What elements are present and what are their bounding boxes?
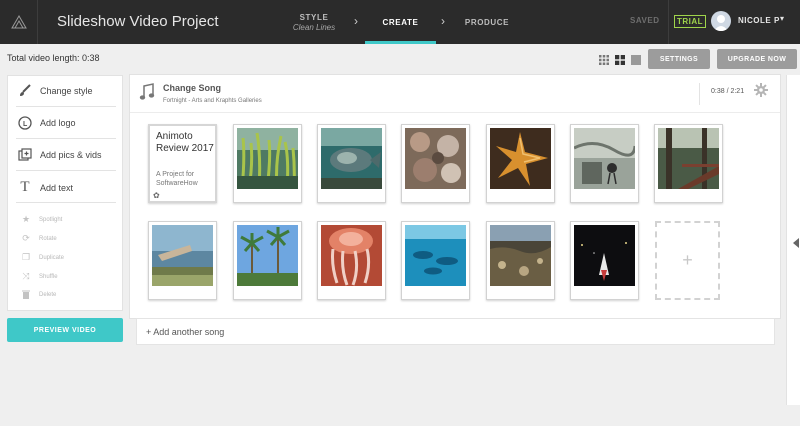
expand-panel-arrow-icon[interactable] [793, 238, 799, 248]
medium-grid-icon[interactable] [615, 52, 625, 65]
fish-tank-photo [321, 128, 382, 189]
media-tile[interactable] [233, 124, 302, 203]
delete-tool[interactable]: Delete [20, 290, 56, 299]
project-title[interactable]: Slideshow Video Project [57, 13, 218, 30]
view-mode-switcher [599, 52, 641, 65]
tool-label: Add pics & vids [40, 150, 102, 160]
tool-label: Add text [40, 182, 74, 193]
user-menu[interactable]: NICOLE P [738, 16, 780, 25]
add-another-song-link[interactable]: + Add another song [136, 318, 775, 345]
night-boat-photo [574, 225, 635, 286]
title-card-subtitle: A Project for SoftwareHow [156, 171, 198, 187]
active-step-indicator [365, 41, 436, 44]
step-style-sub: Clean Lines [292, 22, 336, 32]
shuffle-tool[interactable]: ⤨ Shuffle [20, 271, 58, 282]
title-card-tile[interactable]: Animoto Review 2017 A Project for Softwa… [148, 124, 217, 203]
add-pics-vids-tool[interactable]: Add pics & vids [16, 148, 116, 162]
upgrade-now-button[interactable]: UPGRADE NOW [717, 49, 797, 69]
tool-label: Duplicate [39, 254, 65, 261]
add-media-tile[interactable]: + [655, 221, 720, 300]
trial-badge[interactable]: TRIAL [674, 15, 707, 28]
duplicate-icon: ❐ [21, 252, 31, 262]
media-tile[interactable] [317, 124, 386, 203]
music-note-icon [139, 83, 155, 106]
brush-icon [16, 84, 34, 98]
chevron-down-icon[interactable]: ▾ [780, 14, 784, 23]
animoto-logo-icon[interactable] [0, 0, 38, 44]
tool-label: Rotate [39, 235, 57, 242]
rocky-shore-photo [490, 225, 551, 286]
large-grid-icon[interactable] [599, 52, 609, 65]
media-tile[interactable] [148, 221, 217, 300]
star-icon: ★ [21, 214, 31, 224]
song-header: Change Song Fortnight - Arts and Kraphts… [130, 75, 780, 113]
change-song-link[interactable]: Change Song [163, 83, 221, 93]
step-create[interactable]: CREATE [365, 0, 436, 44]
chevron-right-icon: › [354, 14, 358, 28]
divider [16, 106, 116, 107]
pier-photo [152, 225, 213, 286]
change-style-tool[interactable]: Change style [16, 84, 116, 98]
divider [16, 138, 116, 139]
rotate-icon: ⟳ [22, 233, 30, 243]
media-tile[interactable] [401, 221, 470, 300]
song-duration: 0:38 / 2:21 [711, 88, 745, 95]
rotate-tool[interactable]: ⟳ Rotate [20, 233, 57, 244]
step-create-label: CREATE [382, 17, 419, 27]
divider [16, 170, 116, 171]
aviary-photo [574, 128, 635, 189]
media-tile[interactable] [486, 221, 555, 300]
forest-deck-photo [658, 128, 719, 189]
media-tile[interactable] [233, 221, 302, 300]
divider [16, 202, 116, 203]
tool-label: Spotlight [39, 216, 63, 223]
palm-trees-photo [237, 225, 298, 286]
gear-icon[interactable] [754, 83, 768, 102]
trash-icon [20, 290, 32, 299]
tool-panel: Change style L Add logo Add pics & vids … [7, 75, 123, 311]
swimming-fish-photo [405, 225, 466, 286]
step-produce[interactable]: PRODUCE [458, 0, 516, 44]
avatar[interactable] [711, 11, 731, 31]
text-icon: T [20, 179, 30, 195]
total-video-length: Total video length: 0:38 [7, 53, 100, 63]
add-text-tool[interactable]: T Add text [16, 179, 116, 196]
song-name: Fortnight - Arts and Kraphts Galleries [163, 98, 262, 104]
divider [668, 0, 669, 44]
chevron-right-icon: › [441, 14, 445, 28]
top-bar: Slideshow Video Project STYLE Clean Line… [0, 0, 800, 44]
shuffle-icon: ⤨ [22, 271, 30, 281]
preview-video-button[interactable]: PREVIEW VIDEO [7, 318, 123, 342]
title-card-heading: Animoto Review 2017 [156, 131, 214, 154]
media-tile[interactable] [570, 124, 639, 203]
tool-label: Change style [40, 86, 93, 96]
media-tile[interactable] [654, 124, 723, 203]
duplicate-tool[interactable]: ❐ Duplicate [20, 252, 64, 263]
media-tile[interactable] [401, 124, 470, 203]
single-view-icon[interactable] [631, 52, 641, 65]
svg-text:L: L [23, 121, 28, 128]
media-tile[interactable] [486, 124, 555, 203]
add-logo-tool[interactable]: L Add logo [16, 116, 116, 130]
media-tile[interactable] [570, 221, 639, 300]
gear-icon[interactable]: ✿ [153, 191, 160, 200]
step-produce-label: PRODUCE [464, 17, 510, 27]
tool-label: Shuffle [39, 273, 58, 280]
logo-icon: L [16, 116, 34, 130]
step-style-label: STYLE [299, 12, 329, 22]
save-status: SAVED [630, 16, 660, 25]
tool-label: Delete [39, 291, 57, 298]
starfish-photo [490, 128, 551, 189]
step-style[interactable]: STYLE Clean Lines [282, 0, 346, 44]
tool-label: Add logo [40, 118, 76, 128]
divider [699, 83, 700, 105]
spotlight-tool[interactable]: ★ Spotlight [20, 214, 62, 225]
kelp-forest-photo [237, 128, 298, 189]
sea-anemone-photo [405, 128, 466, 189]
settings-button[interactable]: SETTINGS [648, 49, 710, 69]
jellyfish-photo [321, 225, 382, 286]
media-tile[interactable] [317, 221, 386, 300]
add-media-icon [16, 148, 34, 162]
